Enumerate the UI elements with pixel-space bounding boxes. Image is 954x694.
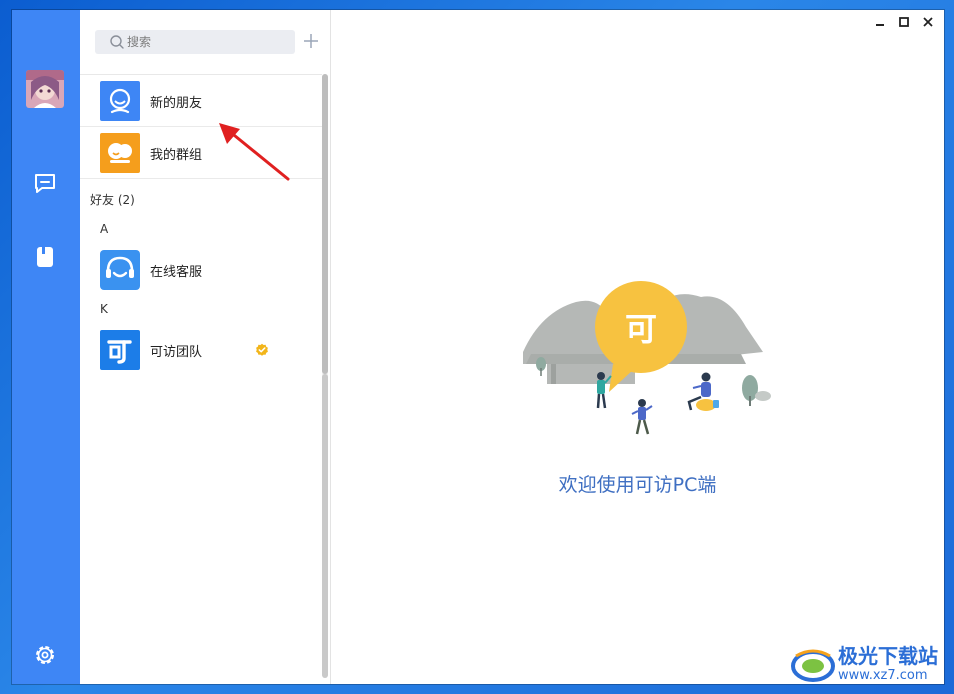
welcome-illustration: 可 — [501, 272, 781, 442]
welcome-text: 欢迎使用可访PC端 — [558, 474, 717, 496]
scrollbar-thumb[interactable] — [322, 74, 328, 374]
app-window: 新的朋友 我的群组 好友 (2) A — [12, 10, 944, 684]
close-button[interactable] — [916, 13, 940, 31]
search-input[interactable] — [125, 35, 277, 49]
nav-rail — [12, 10, 80, 684]
minimize-button[interactable] — [868, 13, 892, 31]
avatar[interactable] — [26, 70, 64, 108]
scrollbar-track-lower — [322, 374, 328, 678]
contacts-scrollbar[interactable] — [322, 74, 328, 678]
contacts-icon[interactable] — [32, 244, 58, 270]
bubble-logo-text: 可 — [625, 310, 657, 348]
section-letter: K — [100, 302, 108, 316]
search-box[interactable] — [95, 30, 295, 54]
main-pane: 可 欢迎使用可访PC端 — [331, 10, 944, 684]
settings-icon[interactable] — [32, 642, 58, 668]
chat-icon[interactable] — [32, 170, 58, 196]
close-icon — [923, 17, 933, 27]
list-item-label: 在线客服 — [150, 264, 203, 280]
search-icon — [109, 34, 125, 50]
kefang-team-icon — [100, 330, 140, 370]
contacts-panel: 新的朋友 我的群组 好友 (2) A — [80, 10, 331, 684]
list-item-label: 可访团队 — [150, 344, 203, 360]
friends-group-header[interactable]: 好友 (2) — [90, 191, 135, 208]
add-button[interactable] — [302, 32, 320, 50]
minimize-icon — [876, 24, 884, 26]
customer-service-icon — [100, 250, 140, 290]
watermark-logo-icon — [791, 649, 835, 682]
annotation-arrow-icon — [205, 115, 305, 190]
new-friend-icon — [100, 81, 140, 121]
watermark: 极光下载站 www.xz7.com — [790, 636, 950, 692]
watermark-title: 极光下载站 — [838, 644, 938, 668]
maximize-icon — [899, 17, 909, 27]
list-item-label: 我的群组 — [150, 147, 203, 163]
maximize-button[interactable] — [892, 13, 916, 31]
section-letter: A — [100, 222, 109, 236]
list-item-label: 新的朋友 — [150, 95, 203, 111]
my-groups-icon — [100, 133, 140, 173]
watermark-url: www.xz7.com — [838, 668, 928, 683]
list-item-kefang-team[interactable]: 可访团队 — [80, 324, 322, 376]
plus-icon — [304, 34, 318, 48]
window-controls — [868, 13, 940, 31]
list-item-customer-service[interactable]: 在线客服 — [80, 244, 322, 296]
verified-badge-icon — [255, 342, 269, 356]
